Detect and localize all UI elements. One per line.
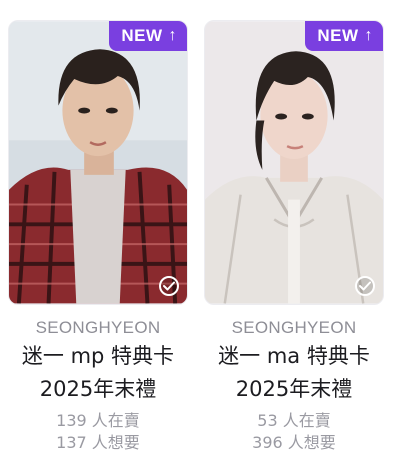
product-card[interactable]: NEW ↑ SEONGHYEON 迷一 ma 特典卡 2025年末禮 53 人在…	[204, 20, 384, 455]
new-badge-label: NEW	[121, 26, 163, 45]
artist-name: SEONGHYEON	[231, 318, 357, 337]
arrow-up-icon: ↑	[364, 27, 373, 44]
product-grid: NEW ↑ SEONGHYEON 迷一 mp 特典卡 2025年末禮 139 人…	[0, 0, 400, 467]
wanted-count: 137 人想要	[56, 433, 140, 452]
new-badge: NEW ↑	[109, 21, 187, 51]
product-title-line2[interactable]: 2025年末禮	[8, 375, 188, 404]
new-badge: NEW ↑	[305, 21, 383, 51]
photocard-image	[205, 21, 383, 304]
photocard-image	[9, 21, 187, 304]
new-badge-label: NEW	[317, 26, 359, 45]
sellers-count: 53 人在賣	[257, 411, 331, 430]
product-photo[interactable]: NEW ↑	[204, 20, 384, 305]
artist-name: SEONGHYEON	[35, 318, 161, 337]
product-photo[interactable]: NEW ↑	[8, 20, 188, 305]
check-circle-icon[interactable]	[159, 276, 179, 296]
product-title-line1[interactable]: 迷一 ma 特典卡	[204, 342, 384, 371]
product-card[interactable]: NEW ↑ SEONGHYEON 迷一 mp 特典卡 2025年末禮 139 人…	[8, 20, 188, 455]
product-title-line2[interactable]: 2025年末禮	[204, 375, 384, 404]
check-circle-icon[interactable]	[355, 276, 375, 296]
wanted-count: 396 人想要	[252, 433, 336, 452]
sellers-count: 139 人在賣	[56, 411, 140, 430]
product-meta: SEONGHYEON 迷一 mp 特典卡 2025年末禮 139 人在賣 137…	[8, 318, 188, 454]
product-meta: SEONGHYEON 迷一 ma 特典卡 2025年末禮 53 人在賣 396 …	[204, 318, 384, 454]
arrow-up-icon: ↑	[168, 27, 177, 44]
product-title-line1[interactable]: 迷一 mp 特典卡	[8, 342, 188, 371]
